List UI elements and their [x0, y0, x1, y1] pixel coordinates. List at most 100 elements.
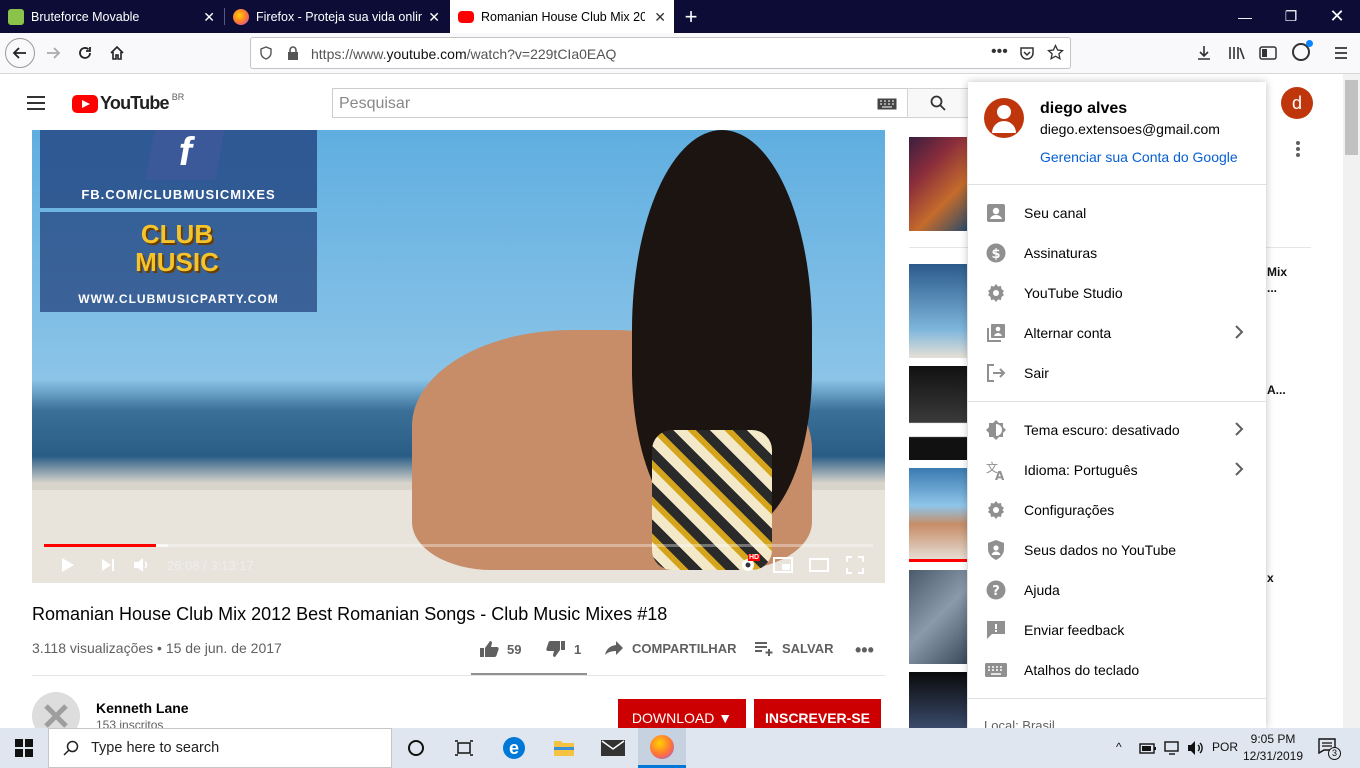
mail-taskbar-icon[interactable] [589, 728, 637, 768]
restore-button[interactable]: ❐ [1268, 0, 1314, 33]
overlay-club-logo: CLUB MUSIC [132, 220, 222, 276]
like-count: 59 [507, 641, 522, 657]
hamburger-menu-icon[interactable] [1333, 45, 1349, 61]
home-icon [110, 45, 124, 60]
edge-taskbar-icon[interactable]: e [490, 728, 538, 768]
page-actions-icon[interactable]: ••• [991, 43, 1008, 61]
tab-youtube-video[interactable]: Romanian House Club Mix 2012 ✕ [450, 0, 674, 33]
padlock-icon[interactable] [287, 46, 299, 60]
tab-firefox[interactable]: Firefox - Proteja sua vida online ✕ [225, 0, 448, 33]
related-video-thumbnail[interactable] [909, 366, 967, 460]
settings-button[interactable]: HD [736, 554, 761, 576]
person-icon [985, 202, 1007, 224]
tracking-shield-icon[interactable] [259, 46, 273, 60]
miniplayer-button[interactable] [772, 554, 794, 576]
menu-item-locale[interactable]: Local: Brasil [984, 718, 1055, 728]
home-button[interactable] [102, 38, 132, 68]
menu-item-sign-out[interactable]: Sair [968, 353, 1266, 393]
search-icon [63, 740, 79, 756]
more-options-icon[interactable] [1295, 140, 1301, 160]
youtube-header: YouTube BR Pesquisar [0, 74, 969, 130]
related-title-fragment[interactable]: x [1267, 571, 1274, 585]
menu-item-feedback[interactable]: Enviar feedback [968, 610, 1266, 650]
close-tab-icon[interactable]: ✕ [654, 9, 666, 26]
account-avatar-button[interactable]: d [1281, 87, 1313, 119]
close-tab-icon[interactable]: ✕ [203, 9, 215, 26]
related-video-thumbnail[interactable] [909, 137, 967, 231]
taskbar-search-input[interactable]: Type here to search [48, 728, 392, 768]
menu-item-switch-account[interactable]: Alternar conta [968, 313, 1266, 353]
volume-button[interactable] [131, 554, 153, 576]
menu-item-dark-theme[interactable]: Tema escuro: desativado [968, 410, 1266, 450]
page-scrollbar[interactable] [1343, 74, 1360, 728]
related-video-thumbnail[interactable] [909, 468, 967, 562]
firefox-account-icon[interactable] [1292, 40, 1313, 61]
close-tab-icon[interactable]: ✕ [428, 9, 440, 26]
svg-text:?: ? [992, 584, 1000, 599]
show-hidden-icons-icon[interactable]: ^ [1116, 740, 1122, 754]
related-video-thumbnail[interactable] [909, 570, 967, 664]
pocket-icon[interactable] [1019, 45, 1035, 61]
tab-bruteforce-movable[interactable]: Bruteforce Movable ✕ [0, 0, 223, 33]
new-tab-button[interactable]: + [676, 0, 706, 33]
minimize-button[interactable]: — [1222, 0, 1268, 33]
firefox-taskbar-icon[interactable] [638, 728, 686, 768]
cortana-button[interactable] [392, 728, 440, 768]
more-actions-icon[interactable]: ••• [855, 640, 874, 661]
related-video-thumbnail[interactable] [909, 672, 967, 728]
url-text[interactable]: https://www.youtube.com/watch?v=229tCIa0… [311, 46, 616, 62]
forward-button[interactable] [38, 38, 68, 68]
library-icon[interactable] [1228, 45, 1246, 61]
keyboard-icon[interactable] [877, 98, 897, 110]
like-button[interactable]: 59 [479, 640, 521, 658]
menu-item-keyboard-shortcuts[interactable]: Atalhos do teclado [968, 650, 1266, 690]
menu-item-settings[interactable]: Configurações [968, 490, 1266, 530]
channel-name[interactable]: Kenneth Lane [96, 700, 189, 716]
taskbar-clock[interactable]: 9:05 PM 12/31/2019 [1240, 731, 1306, 765]
next-button[interactable] [98, 554, 118, 576]
svg-text:$: $ [991, 247, 1000, 262]
progress-bar[interactable] [44, 544, 873, 547]
menu-item-subscriptions[interactable]: $ Assinaturas [968, 233, 1266, 273]
back-button[interactable] [5, 38, 35, 68]
reload-button[interactable] [70, 38, 100, 68]
youtube-logo[interactable]: YouTube BR [72, 92, 184, 114]
action-center-button[interactable]: 3 [1318, 738, 1341, 760]
menu-item-your-data[interactable]: Seus dados no YouTube [968, 530, 1266, 570]
save-button[interactable]: SALVAR [754, 640, 834, 656]
menu-item-your-channel[interactable]: Seu canal [968, 193, 1266, 233]
related-title-fragment[interactable]: Mix [1267, 265, 1287, 279]
sidebar-toggle-icon[interactable] [1259, 45, 1277, 61]
youtube-play-logo-icon [72, 94, 98, 113]
manage-account-link[interactable]: Gerenciar sua Conta do Google [1040, 149, 1238, 165]
menu-item-youtube-studio[interactable]: YouTube Studio [968, 273, 1266, 313]
file-explorer-taskbar-icon[interactable] [540, 728, 588, 768]
battery-icon[interactable] [1139, 741, 1157, 755]
scrollbar-thumb[interactable] [1345, 80, 1358, 155]
mail-icon [601, 740, 625, 756]
task-view-button[interactable] [440, 728, 488, 768]
share-button[interactable]: COMPARTILHAR [604, 640, 736, 656]
bookmark-star-icon[interactable] [1047, 44, 1064, 61]
menu-item-language[interactable]: 文A Idioma: Português [968, 450, 1266, 490]
related-title-fragment[interactable]: A... [1267, 383, 1286, 397]
guide-menu-icon[interactable] [26, 95, 46, 111]
theater-mode-button[interactable] [808, 554, 830, 576]
network-icon[interactable] [1164, 740, 1182, 756]
related-video-thumbnail[interactable] [909, 264, 967, 358]
video-frame-swimsuit [652, 430, 772, 570]
search-input[interactable]: Pesquisar [332, 88, 908, 118]
close-window-button[interactable]: ✕ [1314, 0, 1360, 33]
volume-icon[interactable] [1187, 740, 1205, 756]
url-bar[interactable]: https://www.youtube.com/watch?v=229tCIa0… [250, 37, 1071, 69]
menu-item-help[interactable]: ? Ajuda [968, 570, 1266, 610]
input-language-indicator[interactable]: POR [1212, 740, 1238, 754]
video-player[interactable]: f FB.COM/CLUBMUSICMIXES CLUB MUSIC WWW.CL… [32, 130, 885, 583]
start-button[interactable] [0, 728, 48, 768]
play-button[interactable] [58, 554, 78, 576]
fullscreen-button[interactable] [844, 554, 866, 576]
search-button[interactable] [907, 88, 969, 118]
downloads-icon[interactable] [1196, 45, 1212, 61]
related-title-fragment[interactable]: ... [1267, 281, 1277, 295]
dislike-button[interactable]: 1 [546, 640, 581, 658]
